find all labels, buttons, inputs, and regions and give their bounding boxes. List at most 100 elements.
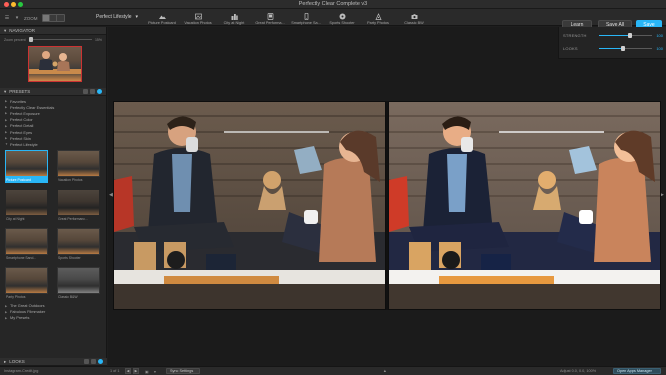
caret-right-icon: ▶ [5, 130, 8, 135]
preset-strip-label: Party Photos [367, 21, 389, 25]
view-mode-toggle[interactable] [41, 14, 65, 22]
navigator-thumbnail[interactable] [28, 46, 82, 82]
looks-row: LOOKS 100 [563, 44, 663, 52]
caret-right-icon: ▶ [5, 99, 8, 104]
preset-thumbnail-label: Picture Postcard [5, 176, 48, 183]
list-view-icon[interactable] [84, 359, 89, 364]
preset-strip-label: Sports Shooter [329, 21, 355, 25]
preset-thumbnail-label: Great Performanc... [58, 216, 88, 221]
looks-header-left: ▸ LOOKS [4, 359, 25, 365]
caret-right-icon: ▶ [5, 123, 8, 128]
caret-down-icon: ▼ [5, 142, 8, 147]
title-bar: Perfectly Clear Complete v3 [0, 0, 666, 9]
crop-icon[interactable]: ▣ [145, 369, 149, 374]
preset-group-label: Fabulous Filmmaker [10, 309, 46, 315]
presets-header-left: ▾ PRESETS [4, 89, 30, 95]
presets-title: PRESETS [9, 89, 31, 94]
preset-thumbnail[interactable]: Party Photos [5, 266, 48, 300]
view-side-by-side-button[interactable] [56, 15, 64, 21]
preset-group-label: Perfect Skin [10, 135, 31, 141]
smartphone-icon [303, 12, 310, 21]
looks-header[interactable]: ▸ LOOKS [0, 358, 107, 366]
image-nav: ◀ ▶ [125, 368, 139, 374]
help-icon[interactable] [98, 359, 103, 364]
preset-thumbnail-label: Smartphone Sand... [6, 255, 37, 260]
preset-thumbnail-image [5, 188, 48, 216]
looks-strength-label: LOOKS [563, 45, 578, 51]
preset-category-dropdown[interactable]: Perfect Lifestyle ▾ [94, 13, 140, 21]
preset-group-item[interactable]: ▶ My Presets [5, 315, 102, 321]
looks-slider[interactable] [598, 45, 653, 51]
caret-right-icon: ▶ [5, 105, 8, 110]
preset-strip-label: Picture Postcard [148, 21, 176, 25]
preset-group-label: Perfectly Clear Essentials [10, 104, 55, 110]
preset-category-value: Perfect Lifestyle [96, 14, 132, 20]
help-icon[interactable] [97, 89, 102, 94]
performance-icon [267, 13, 274, 20]
preset-thumbnail[interactable]: City at Night [5, 188, 48, 222]
preset-strip-item[interactable]: Classic BW [396, 9, 432, 26]
preset-strip-item[interactable]: City at Night [216, 9, 252, 26]
preset-group-label: Perfect Detail [10, 123, 34, 129]
preset-strip-item[interactable]: Sports Shooter [324, 9, 360, 26]
navigator-zoom-slider[interactable] [28, 37, 92, 42]
preset-thumbnail-label: City at Night [6, 216, 25, 221]
preset-strip-label: City at Night [223, 21, 245, 25]
preset-strip-label: Classic BW [404, 21, 424, 25]
filename: Instagram-Credit.jpg [4, 369, 39, 373]
preset-strip-item[interactable]: Party Photos [360, 9, 396, 26]
presets-header[interactable]: ▾ PRESETS [0, 88, 106, 96]
slider-knob[interactable] [627, 32, 632, 38]
grid-view-icon[interactable] [91, 359, 96, 364]
preset-thumbnail-image [57, 227, 100, 255]
preset-group-label: Perfect Eyes [10, 129, 33, 135]
view-single-button[interactable] [42, 15, 50, 21]
grid-view-icon[interactable] [90, 89, 95, 94]
preset-group-label: Favorites [10, 98, 26, 104]
preset-thumbnail[interactable]: Great Performanc... [57, 188, 100, 222]
slider-knob[interactable] [28, 37, 33, 42]
preset-strip-label: Great Performa... [255, 21, 285, 25]
strength-slider[interactable] [598, 32, 653, 38]
preset-thumbnail[interactable]: Vacation Photos [57, 149, 100, 183]
navigator-header[interactable]: ▾ NAVIGATOR [0, 27, 106, 35]
image-counter: 1 of 1 [110, 369, 120, 373]
preset-thumbnail[interactable]: Classic B&W [57, 266, 100, 300]
list-view-icon[interactable] [83, 89, 88, 94]
preset-strip-item[interactable]: Great Performa... [252, 9, 288, 26]
sidebar-toggle-icon[interactable]: ☰ [4, 15, 10, 21]
strength-label: STRENGTH [563, 32, 587, 38]
preset-tree-top: ▶ Favorites ▶ Perfectly Clear Essentials ▶… [0, 96, 106, 148]
preset-strip-item[interactable]: Vacation Photos [180, 9, 216, 26]
preset-thumbnail-image [57, 149, 100, 177]
city-icon [231, 13, 238, 20]
preset-group-label: The Great Outdoors [10, 303, 45, 309]
scroll-up-icon[interactable]: ▲ [383, 369, 387, 373]
chevron-down-icon: ▾ [135, 14, 138, 20]
image-canvas[interactable]: ◀ ▶ [108, 27, 666, 366]
preset-grid: Picture Postcard Vacation Photos City at… [0, 148, 106, 300]
chevron-down-icon[interactable]: ▾ [14, 15, 20, 21]
window-title: Perfectly Clear Complete v3 [298, 1, 368, 7]
preset-strip-item[interactable]: Smartphone Sa... [288, 9, 324, 26]
status-bar: Instagram-Credit.jpg 1 of 1 ◀ ▶ ▣ ▾ Sync… [0, 366, 666, 375]
sync-settings-button[interactable]: Sync Settings [166, 368, 200, 374]
preset-thumbnail[interactable]: Picture Postcard [5, 149, 48, 183]
caret-right-icon: ▶ [5, 315, 8, 320]
after-image[interactable] [388, 101, 661, 310]
caret-right-icon: ▶ [5, 111, 8, 116]
preset-tree-bottom: ▶ The Great Outdoors ▶ Fabulous Filmmaker … [0, 300, 106, 322]
left-panel: ▾ NAVIGATOR Zoom percent 15% ▾ PRESETS ▶… [0, 27, 107, 366]
open-apps-manager-button[interactable]: Open Apps Manager [613, 368, 661, 374]
preset-thumbnail[interactable]: Sports Shooter [57, 227, 100, 261]
navigator-zoom-label: Zoom percent [4, 37, 26, 42]
slider-knob[interactable] [621, 45, 626, 51]
view-split-button[interactable] [49, 15, 57, 21]
chevron-down-icon[interactable]: ▾ [154, 369, 156, 374]
previous-image-button[interactable]: ◀ [125, 368, 131, 374]
chevron-right-icon: ▸ [4, 358, 7, 364]
before-image[interactable] [113, 101, 386, 310]
preset-strip-item[interactable]: Picture Postcard [144, 9, 180, 26]
next-image-button[interactable]: ▶ [133, 368, 139, 374]
preset-thumbnail[interactable]: Smartphone Sand... [5, 227, 48, 261]
